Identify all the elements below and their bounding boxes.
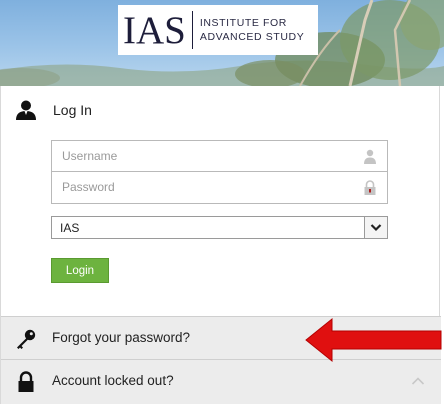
- logo-line-1: INSTITUTE FOR: [199, 17, 287, 29]
- user-icon: [16, 100, 36, 120]
- chevron-down-icon: [370, 224, 382, 232]
- account-locked-link[interactable]: Account locked out?: [52, 373, 174, 388]
- logo-mark: IAS: [123, 8, 186, 52]
- ias-logo: IAS INSTITUTE FOR ADVANCED STUDY: [118, 5, 318, 55]
- chevron-up-icon[interactable]: [411, 376, 425, 386]
- key-icon: [17, 329, 36, 349]
- red-arrow-annotation: [305, 317, 442, 363]
- padlock-icon: [18, 371, 34, 392]
- domain-select-toggle[interactable]: [364, 217, 387, 238]
- account-locked-row[interactable]: Account locked out?: [1, 360, 441, 404]
- domain-select[interactable]: IAS: [51, 216, 388, 239]
- person-icon: [364, 149, 376, 164]
- lock-icon: [364, 180, 376, 195]
- header-banner: IAS INSTITUTE FOR ADVANCED STUDY: [0, 0, 444, 86]
- username-field[interactable]: [51, 140, 388, 172]
- logo-wordmark: INSTITUTE FOR ADVANCED STUDY: [200, 16, 304, 44]
- domain-select-value: IAS: [60, 221, 80, 235]
- login-header: Log In: [15, 99, 92, 121]
- login-title: Log In: [53, 102, 92, 118]
- password-field[interactable]: [51, 172, 388, 204]
- logo-separator: [191, 11, 193, 49]
- login-button[interactable]: Login: [51, 258, 109, 283]
- logo-line-2: ADVANCED STUDY: [199, 31, 305, 43]
- password-input[interactable]: [52, 172, 352, 202]
- forgot-password-link[interactable]: Forgot your password?: [52, 330, 190, 345]
- username-input[interactable]: [52, 141, 352, 171]
